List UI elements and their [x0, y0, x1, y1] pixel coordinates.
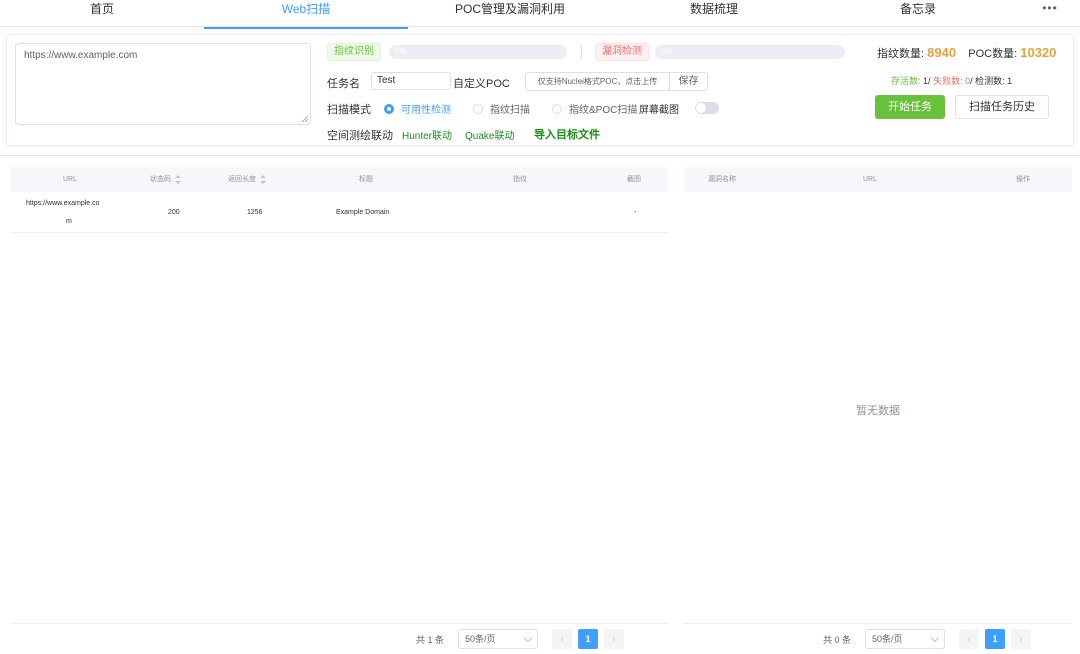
screenshot-label: 屏幕截图	[639, 105, 679, 116]
space-mapping-label: 空间测绘联动	[327, 130, 393, 142]
col-status-code-label: 状态码	[150, 176, 171, 183]
next-page-button[interactable]: ›	[1011, 629, 1032, 649]
vuln-detection-tag: 漏洞检测	[595, 43, 649, 61]
divider	[581, 46, 582, 58]
chevron-down-icon	[523, 633, 533, 643]
screenshot-toggle[interactable]	[695, 102, 719, 114]
alive-label: 存活数:	[891, 76, 921, 86]
empty-state-text: 暂无数据	[856, 405, 900, 417]
fingerprint-count-label: 指纹数量:	[877, 48, 925, 60]
fail-label: 失败数:	[933, 76, 963, 86]
col-fingerprint: 指纹	[513, 176, 527, 183]
page-size-value: 50条/页	[872, 634, 903, 644]
tab-poc-management[interactable]: POC管理及漏洞利用	[408, 0, 612, 26]
vuln-progress-text: 0%	[661, 47, 673, 56]
col-response-length[interactable]: 返回长度	[228, 167, 267, 192]
page-number-button[interactable]: 1	[985, 629, 1006, 649]
pagination-total: 共 0 条	[823, 634, 852, 645]
vuln-table-header: 漏洞名称 URL 操作	[684, 167, 1072, 192]
scan-stats: 存活数: 1/ 失败数: 0/ 检测数: 1	[891, 76, 1013, 86]
page-number-button[interactable]: 1	[578, 629, 599, 649]
cell-length: 1256	[247, 209, 263, 216]
fingerprint-count: 8940	[927, 45, 957, 60]
cell-url-line2: m	[66, 218, 72, 225]
col-screenshot: 截图	[627, 176, 641, 183]
results-pagination: 共 1 条 50条/页 ‹ 1 ›	[416, 628, 630, 650]
next-page-button[interactable]: ›	[604, 629, 625, 649]
radio-label: 指纹扫描	[490, 105, 530, 116]
hunter-link[interactable]: Hunter联动	[402, 127, 452, 142]
col-actions: 操作	[1016, 176, 1030, 183]
cell-screenshot: -	[634, 209, 637, 216]
page-size-select[interactable]: 50条/页	[865, 629, 946, 649]
radio-label: 指纹&POC扫描	[569, 105, 638, 116]
radio-fingerprint-scan[interactable]: 指纹扫描	[473, 101, 530, 116]
radio-fingerprint-poc-scan[interactable]: 指纹&POC扫描	[552, 101, 637, 116]
chevron-down-icon	[930, 633, 940, 643]
section-divider	[0, 155, 1080, 156]
task-name-input[interactable]: Test	[371, 72, 451, 90]
alive-count: 1	[923, 76, 929, 86]
resize-grip-icon[interactable]	[301, 115, 309, 123]
radio-dot-icon	[552, 103, 562, 114]
col-vuln-name: 漏洞名称	[708, 176, 736, 183]
import-targets-link[interactable]: 导入目标文件	[534, 126, 600, 142]
checked-count: 1	[1007, 76, 1013, 86]
results-table-header: URL 状态码 返回长度 标题 指纹 截图	[10, 167, 668, 192]
prev-page-button[interactable]: ‹	[552, 629, 573, 649]
fail-count: 0	[965, 76, 971, 86]
radio-dot-icon	[473, 103, 483, 114]
tab-home[interactable]: 首页	[0, 0, 204, 26]
scan-config-card: 指纹识别 0% 漏洞检测 0% 任务名 Test 自定义POC 仅支持Nucle…	[6, 34, 1074, 146]
fingerprint-progress: 0%	[389, 45, 567, 59]
prev-page-button[interactable]: ‹	[959, 629, 980, 649]
custom-poc-label: 自定义POC	[453, 78, 510, 90]
vuln-pagination: 共 0 条 50条/页 ‹ 1 ›	[823, 628, 1037, 650]
radio-label: 可用性检测	[401, 105, 451, 116]
col-vuln-url: URL	[863, 176, 878, 183]
toggle-knob	[696, 103, 706, 113]
checked-label: 检测数:	[975, 76, 1005, 86]
tab-memo[interactable]: 备忘录	[816, 0, 1020, 26]
total-counts: 指纹数量: 8940 POC数量: 10320	[877, 45, 1056, 61]
page-size-select[interactable]: 50条/页	[458, 629, 539, 649]
tab-web-scan[interactable]: Web扫描	[204, 0, 408, 29]
cell-url-line1: https://www.example.co	[26, 200, 100, 207]
radio-dot-icon	[384, 103, 394, 114]
col-response-length-label: 返回长度	[228, 176, 256, 183]
poc-count-label: POC数量:	[968, 48, 1018, 60]
radio-availability[interactable]: 可用性检测	[384, 101, 451, 116]
scan-history-button[interactable]: 扫描任务历史	[955, 95, 1049, 119]
cell-status: 200	[168, 209, 180, 216]
save-poc-button[interactable]: 保存	[670, 72, 708, 91]
pagination-total: 共 1 条	[416, 634, 445, 645]
page-size-value: 50条/页	[465, 634, 496, 644]
tab-data-sorting[interactable]: 数据梳理	[612, 0, 816, 26]
col-url: URL	[63, 176, 78, 183]
table-footer-line	[684, 623, 1072, 624]
col-status-code[interactable]: 状态码	[150, 167, 182, 192]
start-task-button[interactable]: 开始任务	[875, 95, 945, 119]
fingerprint-tag: 指纹识别	[327, 43, 381, 61]
upload-poc-button[interactable]: 仅支持Nuclei格式POC，点击上传	[525, 72, 670, 91]
cell-title: Example Domain	[336, 209, 390, 216]
more-tabs-icon[interactable]: •••	[1020, 0, 1080, 26]
col-title: 标题	[359, 176, 373, 183]
sort-icon[interactable]	[260, 174, 267, 184]
main-tabs: 首页 Web扫描 POC管理及漏洞利用 数据梳理 备忘录 •••	[0, 0, 1080, 29]
scan-mode-label: 扫描模式	[327, 104, 371, 116]
fingerprint-progress-text: 0%	[395, 47, 407, 56]
target-url-textarea[interactable]	[15, 43, 311, 125]
poc-count: 10320	[1020, 45, 1057, 60]
table-footer-line	[10, 623, 668, 624]
task-name-label: 任务名	[327, 78, 360, 90]
vuln-progress: 0%	[655, 45, 845, 59]
table-row[interactable]: https://www.example.co m 200 1256 Exampl…	[10, 192, 668, 233]
quake-link[interactable]: Quake联动	[465, 127, 514, 142]
sort-icon[interactable]	[175, 174, 182, 184]
